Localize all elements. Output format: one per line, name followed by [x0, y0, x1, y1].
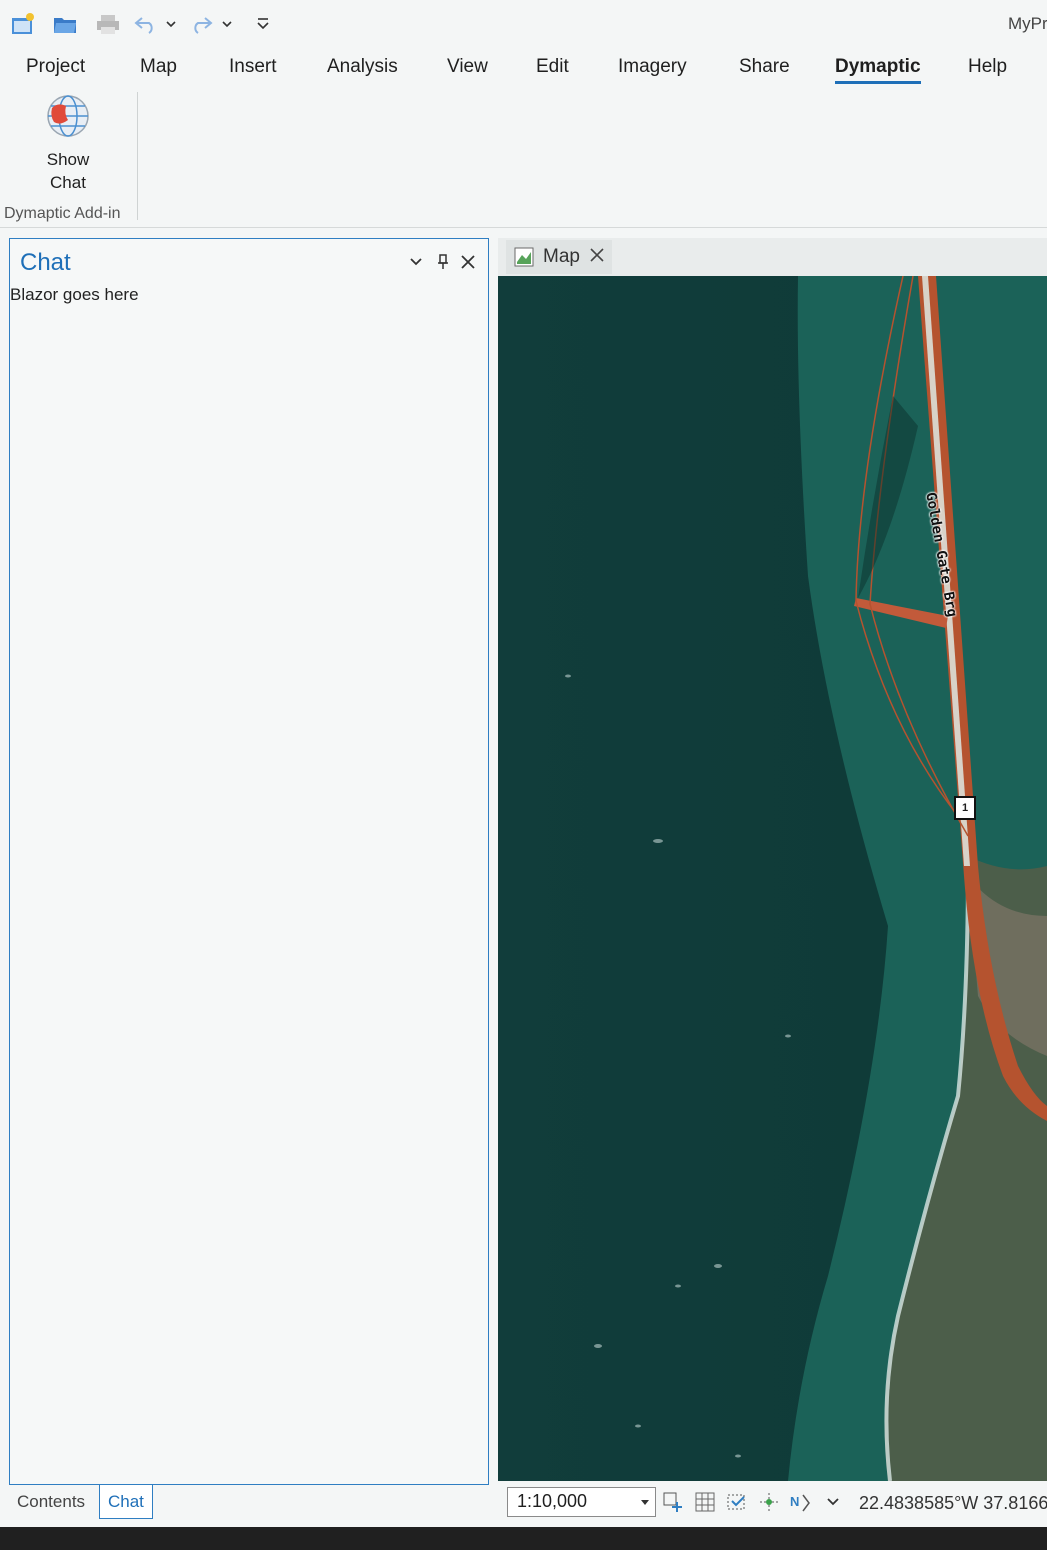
measure-icon[interactable] [757, 1490, 781, 1514]
scale-select[interactable]: 1:10,000 [507, 1487, 656, 1517]
tab-project[interactable]: Project [26, 56, 85, 78]
print-icon[interactable] [94, 10, 122, 38]
snapping-icon[interactable] [725, 1490, 749, 1514]
quick-access-toolbar: MyPr [0, 0, 1047, 48]
svg-text:N: N [790, 1494, 799, 1509]
ribbon-group-divider [137, 92, 138, 220]
tab-map[interactable]: Map [140, 56, 177, 78]
redo-dropdown-icon[interactable] [216, 10, 238, 38]
map-tab-label: Map [543, 246, 580, 267]
tab-edit[interactable]: Edit [536, 56, 569, 78]
close-icon[interactable] [457, 251, 479, 273]
arcgis-pro-window: MyPr Project Map Insert Analysis View Ed… [0, 0, 1047, 1550]
map-status-bar: 1:10,000 N 22.4838585°W 37.8166 [498, 1481, 1047, 1523]
tab-view[interactable]: View [447, 56, 488, 78]
status-tools: N [661, 1487, 845, 1517]
customize-qat-icon[interactable] [249, 10, 277, 38]
ribbon-panel: Show Chat Dymaptic Add-in [0, 88, 1047, 228]
redo-icon[interactable] [187, 10, 215, 38]
show-chat-button[interactable]: Show Chat [20, 92, 116, 198]
tab-help[interactable]: Help [968, 56, 1007, 78]
close-icon[interactable] [590, 247, 604, 267]
tab-share[interactable]: Share [739, 56, 790, 78]
coordinate-readout: 22.4838585°W 37.8166 [859, 1493, 1047, 1513]
show-chat-label-line2: Chat [50, 173, 86, 192]
chat-pane: Chat Blazor goes here [9, 238, 489, 1485]
ribbon-group-label: Dymaptic Add-in [4, 205, 121, 222]
chevron-down-icon[interactable] [405, 251, 427, 273]
chat-pane-title: Chat [20, 249, 71, 276]
tab-imagery[interactable]: Imagery [618, 56, 687, 78]
open-project-icon[interactable] [51, 10, 79, 38]
chevron-down-icon[interactable] [821, 1490, 845, 1514]
show-chat-label-line1: Show [46, 150, 90, 169]
taskbar [0, 1527, 1047, 1550]
grid-icon[interactable] [693, 1490, 717, 1514]
undo-icon[interactable] [132, 10, 160, 38]
map-view: Map Golden Gate Brg 1 1:10,000 N 22.4838… [498, 238, 1047, 1523]
map-icon [514, 247, 534, 267]
tab-chat[interactable]: Chat [99, 1485, 153, 1519]
dropdown-caret-icon [641, 1500, 649, 1505]
map-tab[interactable]: Map [506, 240, 612, 274]
undo-dropdown-icon[interactable] [160, 10, 182, 38]
tab-analysis[interactable]: Analysis [327, 56, 398, 78]
scale-value: 1:10,000 [517, 1491, 588, 1511]
tab-dymaptic[interactable]: Dymaptic [835, 56, 921, 84]
route-shield: 1 [954, 796, 976, 820]
satellite-imagery [498, 276, 1047, 1481]
ribbon-tabs: Project Map Insert Analysis View Edit Im… [0, 50, 1047, 88]
pin-icon[interactable] [432, 251, 454, 273]
pane-bottom-tabs: Contents Chat [9, 1485, 489, 1521]
show-chat-label: Show Chat [20, 148, 116, 194]
new-project-icon[interactable] [9, 10, 37, 38]
tab-insert[interactable]: Insert [229, 56, 277, 78]
map-canvas[interactable]: Golden Gate Brg 1 [498, 276, 1047, 1481]
north-arrow-icon[interactable]: N [789, 1490, 813, 1514]
chat-content: Blazor goes here [10, 285, 139, 304]
tab-contents[interactable]: Contents [9, 1485, 93, 1519]
window-title: MyPr [1008, 14, 1047, 33]
globe-icon [44, 92, 92, 140]
fixed-zoom-in-icon[interactable] [661, 1490, 685, 1514]
